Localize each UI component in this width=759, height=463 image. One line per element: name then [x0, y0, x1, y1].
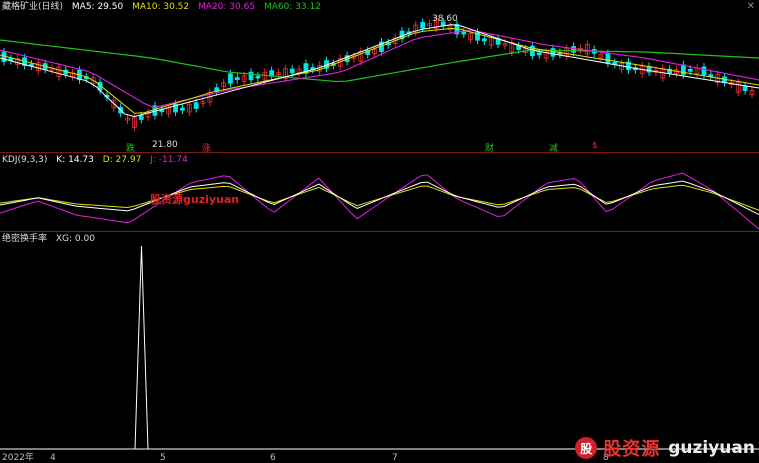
brand-name-en: guziyuan	[668, 438, 755, 458]
turnover-chart[interactable]	[0, 232, 759, 463]
candle-body	[550, 48, 556, 57]
ma60-value: MA60: 33.12	[263, 2, 321, 12]
candle-body	[687, 68, 693, 72]
kdj-pane[interactable]: KDJ(9,3,3) K: 14.73 D: 27.97 J: -11.74 股…	[0, 153, 759, 231]
kdj-j-value: J: -11.74	[150, 155, 188, 165]
candle-body	[234, 77, 240, 81]
ma20-value: MA20: 30.65	[198, 2, 256, 12]
brand-name-cn: 股资源	[603, 439, 661, 460]
indicator-header: 绝密换手率 XG: 0.00	[0, 232, 101, 246]
x-axis-month-label: 6	[270, 453, 276, 463]
candle-body	[255, 75, 261, 79]
candlestick-pane[interactable]: 藏格矿业(日线) MA5: 29.50 MA10: 30.52 MA20: 30…	[0, 0, 759, 154]
kdj-j-line	[0, 172, 759, 230]
kdj-name: KDJ(9,3,3)	[2, 155, 48, 165]
candle-body	[461, 31, 467, 35]
indicator-xg-value: XG: 0.00	[55, 234, 95, 244]
kdj-d-value: D: 27.97	[102, 155, 142, 165]
kdj-k-value: K: 14.73	[56, 155, 94, 165]
candle-body	[605, 53, 611, 64]
candle-body	[420, 22, 426, 29]
candle-body	[742, 86, 748, 91]
x-axis-year-label: 2022年	[2, 453, 34, 463]
brand-logo-icon: 股	[575, 437, 598, 459]
candle-body	[228, 73, 233, 84]
indicator-name: 绝密换手率	[2, 234, 48, 244]
candle-body	[193, 102, 199, 109]
signal-marker-dollar: $	[592, 141, 598, 151]
candle-body	[571, 46, 576, 53]
brand-watermark: 股 股资源 guziyuan	[575, 435, 755, 461]
candle-body	[536, 52, 542, 56]
low-price-label: 21.80	[152, 140, 178, 150]
ma5-value: MA5: 29.50	[71, 2, 124, 12]
candle-body	[180, 107, 185, 111]
candle-body	[138, 115, 144, 120]
turnover-pane[interactable]: 绝密换手率 XG: 0.00 2022年 4 5 6 7 8 股 股资源 guz…	[0, 232, 759, 463]
stock-title: 藏格矿业(日线)	[2, 2, 64, 12]
turnover-spike	[134, 245, 149, 450]
kdj-watermark: 股资源guziyuan	[150, 193, 240, 206]
ma10-value: MA10: 30.52	[132, 2, 190, 12]
x-axis-month-label: 4	[50, 453, 56, 463]
close-icon[interactable]: ✕	[747, 1, 755, 12]
candlestick-chart[interactable]	[0, 0, 759, 152]
main-header: 藏格矿业(日线) MA5: 29.50 MA10: 30.52 MA20: 30…	[0, 0, 327, 14]
candle-body	[481, 38, 487, 42]
x-axis-month-label: 5	[160, 453, 166, 463]
x-axis-month-label: 7	[392, 453, 398, 463]
candle-body	[289, 68, 295, 74]
candle-body	[701, 66, 707, 76]
high-price-label: 38.60	[432, 14, 458, 24]
kdj-header: KDJ(9,3,3) K: 14.73 D: 27.97 J: -11.74	[0, 153, 194, 167]
